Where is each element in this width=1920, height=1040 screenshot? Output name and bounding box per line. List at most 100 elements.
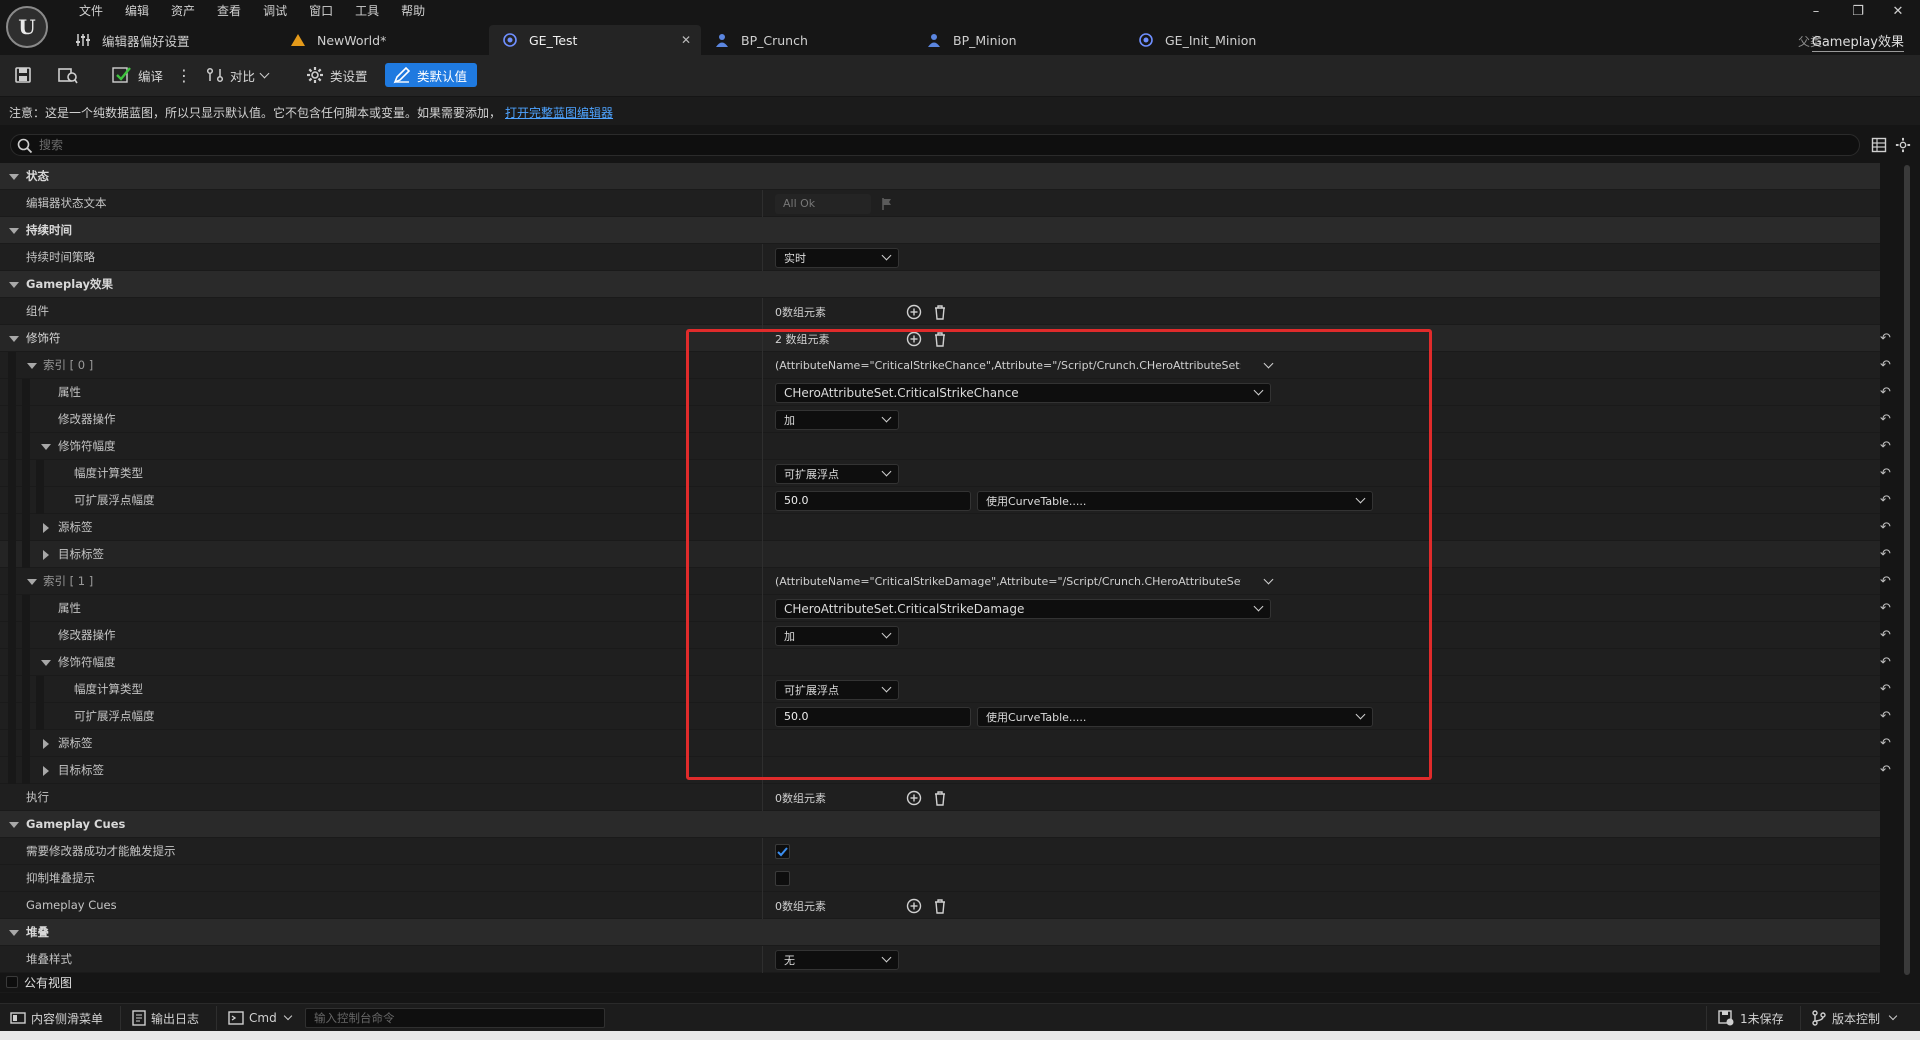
cmd-dropdown[interactable]: Cmd: [228, 1008, 292, 1028]
reset-to-default-icon[interactable]: ↶: [1880, 628, 1891, 643]
property-modifier-magnitude-0[interactable]: 修饰符幅度 ↶: [0, 433, 1891, 460]
reset-to-default-icon[interactable]: ↶: [1880, 331, 1891, 346]
reset-to-default-icon[interactable]: ↶: [1880, 439, 1891, 454]
unreal-logo-icon[interactable]: U: [6, 6, 48, 48]
curve-table-dropdown[interactable]: 使用CurveTable.....: [977, 706, 1373, 727]
output-log-button[interactable]: 输出日志: [132, 1008, 199, 1028]
category-gameplay-cues[interactable]: Gameplay Cues: [0, 811, 1880, 838]
restore-icon[interactable]: ❐: [1838, 2, 1878, 22]
duration-policy-dropdown[interactable]: 实时: [775, 247, 899, 268]
close-window-icon[interactable]: ✕: [1878, 2, 1918, 22]
property-modifiers[interactable]: 修饰符 2 数组元素 ↶: [0, 325, 1891, 352]
menu-file[interactable]: 文件: [68, 3, 114, 20]
reset-to-default-icon[interactable]: ↶: [1880, 412, 1891, 427]
reset-to-default-icon[interactable]: ↶: [1880, 574, 1891, 589]
menu-debug[interactable]: 调试: [252, 3, 298, 20]
category-stacking[interactable]: 堆叠: [0, 919, 1880, 946]
trash-icon[interactable]: [931, 330, 949, 348]
expand-arrow-icon[interactable]: [9, 336, 19, 342]
search-box[interactable]: [10, 134, 1860, 156]
trash-icon[interactable]: [931, 897, 949, 915]
menu-tools[interactable]: 工具: [344, 3, 390, 20]
modifier-index-1[interactable]: 索引 [ 1 ] (AttributeName="CriticalStrikeD…: [0, 568, 1891, 595]
reset-to-default-icon[interactable]: ↶: [1880, 682, 1891, 697]
reset-to-default-icon[interactable]: ↶: [1880, 736, 1891, 751]
expand-arrow-icon[interactable]: [41, 444, 51, 450]
collapse-arrow-icon[interactable]: [43, 550, 49, 560]
table-view-icon[interactable]: [1871, 137, 1887, 153]
diff-button[interactable]: 对比: [206, 63, 270, 87]
magnitude-calc-dropdown[interactable]: 可扩展浮点: [775, 463, 899, 484]
expand-arrow-icon[interactable]: [41, 660, 51, 666]
collapse-arrow-icon[interactable]: [43, 766, 49, 776]
suppress-stacking-checkbox[interactable]: [775, 871, 790, 886]
tab-newworld[interactable]: NewWorld*: [277, 25, 489, 55]
tab-ge-init-minion[interactable]: GE_Init_Minion: [1125, 25, 1337, 55]
save-button[interactable]: [14, 63, 32, 87]
reset-to-default-icon[interactable]: ↶: [1880, 655, 1891, 670]
stacking-type-dropdown[interactable]: 无: [775, 949, 899, 970]
console-command-input[interactable]: [305, 1008, 605, 1028]
reset-to-default-icon[interactable]: ↶: [1880, 601, 1891, 616]
reset-to-default-icon[interactable]: ↶: [1880, 466, 1891, 481]
require-modifier-success-checkbox[interactable]: [775, 844, 790, 859]
vertical-scrollbar[interactable]: [1904, 165, 1910, 975]
add-element-icon[interactable]: [905, 897, 923, 915]
magnitude-calc-dropdown[interactable]: 可扩展浮点: [775, 679, 899, 700]
modifier-op-dropdown[interactable]: 加: [775, 625, 899, 646]
collapse-arrow-icon[interactable]: [43, 523, 49, 533]
search-input[interactable]: [39, 136, 1819, 154]
modifier-op-dropdown[interactable]: 加: [775, 409, 899, 430]
chevron-down-icon[interactable]: [1263, 358, 1274, 369]
menu-window[interactable]: 窗口: [298, 3, 344, 20]
tab-ge-test[interactable]: GE_Test ✕: [489, 25, 701, 55]
tab-bp-crunch[interactable]: BP_Crunch: [701, 25, 913, 55]
reset-to-default-icon[interactable]: ↶: [1880, 709, 1891, 724]
tab-bp-minion[interactable]: BP_Minion: [913, 25, 1125, 55]
add-element-icon[interactable]: [905, 330, 923, 348]
reset-to-default-icon[interactable]: ↶: [1880, 547, 1891, 562]
expand-arrow-icon[interactable]: [9, 822, 19, 828]
curve-table-dropdown[interactable]: 使用CurveTable.....: [977, 490, 1373, 511]
source-control-button[interactable]: 版本控制: [1812, 1008, 1898, 1028]
attribute-dropdown[interactable]: CHeroAttributeSet.CriticalStrikeChance: [775, 382, 1271, 403]
modifier-index-0[interactable]: 索引 [ 0 ] (AttributeName="CriticalStrikeC…: [0, 352, 1891, 379]
compile-button[interactable]: 编译: [112, 63, 163, 87]
property-modifier-magnitude-1[interactable]: 修饰符幅度 ↶: [0, 649, 1891, 676]
collapse-arrow-icon[interactable]: [43, 739, 49, 749]
menu-asset[interactable]: 资产: [160, 3, 206, 20]
class-defaults-button[interactable]: 类默认值: [385, 63, 478, 87]
add-element-icon[interactable]: [905, 789, 923, 807]
expand-arrow-icon[interactable]: [9, 228, 19, 234]
content-drawer-button[interactable]: 内容侧滑菜单: [10, 1008, 103, 1028]
category-gameplay-effect[interactable]: Gameplay效果: [0, 271, 1880, 298]
class-settings-button[interactable]: 类设置: [306, 63, 368, 87]
expand-arrow-icon[interactable]: [27, 579, 37, 585]
trash-icon[interactable]: [931, 789, 949, 807]
attribute-dropdown[interactable]: CHeroAttributeSet.CriticalStrikeDamage: [775, 598, 1271, 619]
expand-arrow-icon[interactable]: [27, 363, 37, 369]
scalable-float-input[interactable]: 50.0: [775, 490, 971, 511]
scalable-float-input[interactable]: 50.0: [775, 706, 971, 727]
property-target-tags-1[interactable]: 目标标签 ↶: [0, 757, 1891, 784]
menu-view[interactable]: 查看: [206, 3, 252, 20]
reset-to-default-icon[interactable]: ↶: [1880, 385, 1891, 400]
open-full-blueprint-editor-link[interactable]: 打开完整蓝图编辑器: [505, 106, 613, 120]
trash-icon[interactable]: [931, 303, 949, 321]
reset-to-default-icon[interactable]: ↶: [1880, 358, 1891, 373]
expand-arrow-icon[interactable]: [9, 174, 19, 180]
category-status[interactable]: 状态: [0, 163, 1880, 190]
property-source-tags-1[interactable]: 源标签 ↶: [0, 730, 1891, 757]
close-tab-icon[interactable]: ✕: [681, 33, 691, 47]
expand-arrow-icon[interactable]: [9, 930, 19, 936]
reset-to-default-icon[interactable]: ↶: [1880, 493, 1891, 508]
minimize-icon[interactable]: –: [1796, 2, 1836, 22]
property-target-tags-0[interactable]: 目标标签 ↶: [0, 541, 1891, 568]
browse-button[interactable]: [58, 63, 78, 87]
settings-gear-icon[interactable]: [1895, 137, 1911, 153]
menu-help[interactable]: 帮助: [390, 3, 436, 20]
parent-class-link[interactable]: Gameplay效果: [1811, 31, 1904, 52]
expand-arrow-icon[interactable]: [9, 282, 19, 288]
reset-to-default-icon[interactable]: ↶: [1880, 763, 1891, 778]
tab-editor-preferences[interactable]: 编辑器偏好设置: [62, 25, 277, 55]
